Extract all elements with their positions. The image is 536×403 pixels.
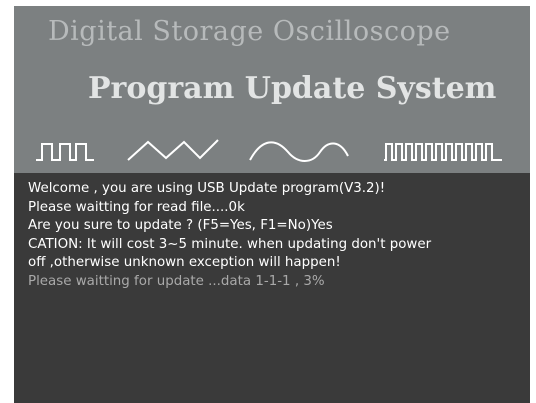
console-line-read-file: Please waitting for read file....0k	[28, 199, 245, 215]
console-line-caution: CATION: It will cost 3~5 minute. when up…	[28, 236, 432, 252]
square-wave-icon	[36, 143, 94, 161]
waveform-strip	[36, 139, 502, 162]
header-banner: Digital Storage Oscilloscope Program Upd…	[14, 6, 530, 173]
sine-wave-icon	[249, 141, 349, 162]
console-line-welcome: Welcome , you are using USB Update progr…	[28, 181, 386, 196]
console-line-caution-cont: off ,otherwise unknown exception will ha…	[28, 255, 341, 271]
update-screen: Digital Storage Oscilloscope Program Upd…	[14, 6, 530, 403]
console-line-progress: Please waitting for update ...data 1-1-1…	[28, 273, 325, 289]
device-title: Digital Storage Oscilloscope	[48, 16, 451, 47]
triangle-wave-icon	[127, 139, 219, 161]
pulse-train-icon	[384, 143, 502, 161]
console-line-confirm: Are you sure to update ? (F5=Yes, F1=No)…	[28, 218, 333, 234]
console-log: Welcome , you are using USB Update progr…	[28, 180, 528, 292]
system-title: Program Update System	[88, 71, 497, 106]
